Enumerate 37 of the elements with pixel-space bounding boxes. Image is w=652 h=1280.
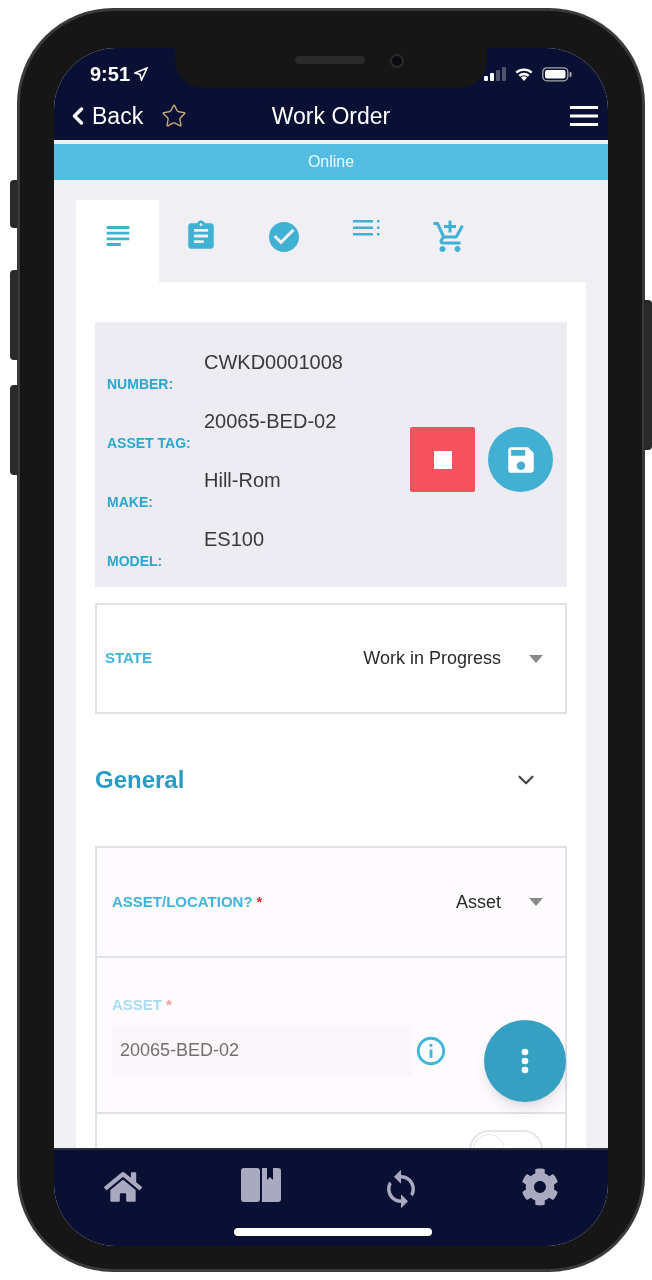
- asset-input-field: 20065-BED-02: [112, 1024, 412, 1077]
- connection-banner: Online: [54, 144, 608, 180]
- more-vertical-icon: [521, 1048, 529, 1074]
- dropdown-caret-icon: [529, 654, 543, 663]
- field-value: Asset: [455, 890, 501, 914]
- list-icon: [352, 219, 381, 237]
- settings-icon[interactable]: [520, 1168, 559, 1206]
- favorite-star-icon[interactable]: [161, 103, 188, 129]
- required-mark: *: [166, 995, 172, 1015]
- summary-value: Hill-Rom: [204, 467, 281, 493]
- required-mark: *: [256, 891, 263, 912]
- field-label: STATE: [105, 648, 152, 669]
- summary-label: MAKE:: [107, 492, 154, 512]
- summary-value: 20065-BED-02: [204, 408, 337, 434]
- summary-label: MODEL:: [107, 551, 164, 571]
- back-button[interactable]: Back: [64, 98, 144, 134]
- stop-icon: [433, 450, 452, 469]
- stop-button[interactable]: [410, 427, 475, 492]
- summary-label: NUMBER:: [107, 374, 175, 394]
- summary-value: CWKD0001008: [204, 349, 343, 375]
- select-field[interactable]: ASSET/LOCATION? * Asset: [97, 848, 565, 958]
- summary-value: ES100: [204, 526, 265, 552]
- tab[interactable]: [76, 200, 159, 282]
- wifi-icon: [514, 67, 534, 81]
- field-label: ASSET: [112, 995, 162, 1015]
- side-key: [10, 180, 18, 228]
- location-arrow-icon: [134, 67, 149, 81]
- battery-icon: [542, 66, 572, 82]
- signal-icon: [484, 67, 506, 81]
- dropdown-caret-icon: [529, 898, 543, 906]
- menu-icon[interactable]: [570, 105, 598, 127]
- state-field[interactable]: STATE Work in Progress: [95, 603, 567, 714]
- field-value: Work in Progress: [363, 647, 501, 670]
- status-time: 9:51: [90, 62, 131, 87]
- screen-title: Work Order: [271, 101, 391, 131]
- field-label: ASSET/LOCATION?: [112, 891, 253, 912]
- summary-label: ASSET TAG:: [107, 433, 192, 453]
